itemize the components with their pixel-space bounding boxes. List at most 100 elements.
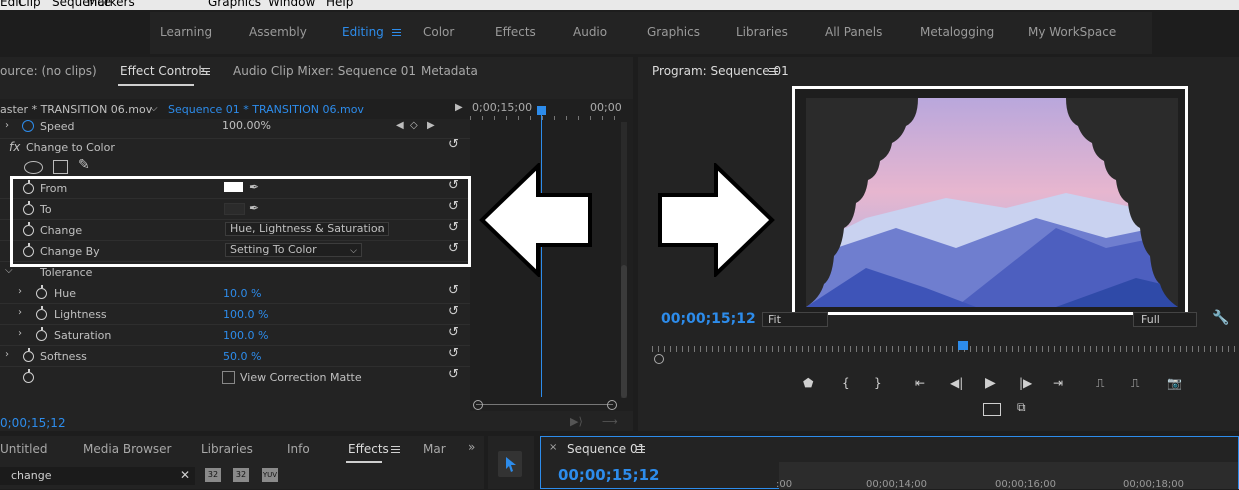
effects-search-input[interactable]: change ✕ xyxy=(0,467,195,485)
master-clip-label[interactable]: aster * TRANSITION 06.mov xyxy=(0,103,152,116)
workspace-graphics[interactable]: Graphics xyxy=(647,25,700,39)
add-marker-icon[interactable]: ⬟ xyxy=(803,376,813,390)
extract-icon[interactable]: ⎍ xyxy=(1131,376,1139,391)
sequence-clip-label[interactable]: Sequence 01 * TRANSITION 06.mov xyxy=(168,103,364,116)
softness-value[interactable]: 50.0 % xyxy=(223,350,261,363)
next-keyframe-icon[interactable]: ▶ xyxy=(427,120,435,131)
tab-untitled[interactable]: Untitled xyxy=(0,442,47,456)
export-frame-icon[interactable]: ⟶ xyxy=(602,415,618,428)
view-matte-reset-icon[interactable]: ↺ xyxy=(448,367,459,382)
fx-icon[interactable]: fx xyxy=(9,140,20,154)
tab-info[interactable]: Info xyxy=(287,442,310,456)
lift-icon[interactable]: ⎍ xyxy=(1096,376,1104,391)
timeline-timecode[interactable]: 00;00;15;12 xyxy=(558,466,660,484)
workspace-libraries[interactable]: Libraries xyxy=(736,25,788,39)
tab-libraries[interactable]: Libraries xyxy=(201,442,253,456)
zoom-slider[interactable] xyxy=(476,404,613,405)
tab-effects[interactable]: Effects xyxy=(348,442,389,456)
tab-markers[interactable]: Mar xyxy=(423,442,446,456)
saturation-stopwatch-icon[interactable] xyxy=(36,327,47,341)
tab-media-browser[interactable]: Media Browser xyxy=(83,442,171,456)
hue-value[interactable]: 10.0 % xyxy=(223,287,261,300)
effect-controls-timecode[interactable]: 0;00;15;12 xyxy=(0,416,66,430)
saturation-reset-icon[interactable]: ↺ xyxy=(448,325,459,340)
clear-search-icon[interactable]: ✕ xyxy=(180,468,190,482)
effect-reset-icon[interactable]: ↺ xyxy=(448,137,459,152)
tab-source[interactable]: ource: (no clips) xyxy=(0,64,97,78)
export-frame-camera-icon[interactable]: 📷 xyxy=(1167,376,1182,390)
pen-mask-icon[interactable]: ✎ xyxy=(78,157,90,173)
lightness-value[interactable]: 100.0 % xyxy=(223,308,268,321)
prev-keyframe-icon[interactable]: ◀ xyxy=(396,120,404,131)
fit-dropdown[interactable]: Fit xyxy=(762,312,828,327)
menu-help[interactable]: Help xyxy=(326,0,353,9)
go-to-in-icon[interactable]: ⇤ xyxy=(915,376,925,390)
play-icon[interactable]: ▶ xyxy=(985,375,996,391)
effect-controls-menu-icon[interactable] xyxy=(201,68,210,77)
speed-value[interactable]: 100.00% xyxy=(222,119,271,132)
chevron-down-icon[interactable]: ⌵ xyxy=(150,103,158,114)
expand-lightness-icon[interactable]: › xyxy=(18,307,22,318)
workspace-menu-icon[interactable] xyxy=(392,29,401,38)
workspace-metalogging[interactable]: Metalogging xyxy=(920,25,994,39)
menu-clip[interactable]: Clip xyxy=(18,0,41,9)
ellipse-mask-icon[interactable] xyxy=(24,161,43,174)
mark-in-icon[interactable]: { xyxy=(842,376,850,390)
menu-window[interactable]: Window xyxy=(268,0,315,9)
program-timecode[interactable]: 00;00;15;12 xyxy=(661,311,756,327)
accelerated-effects-icon[interactable]: 32 xyxy=(205,468,221,482)
workspace-assembly[interactable]: Assembly xyxy=(249,25,307,39)
tab-audio-clip-mixer[interactable]: Audio Clip Mixer: Sequence 01 xyxy=(233,64,416,78)
zoom-slider-handle-left[interactable] xyxy=(473,400,483,410)
tab-metadata[interactable]: Metadata xyxy=(421,64,478,78)
softness-stopwatch-icon[interactable] xyxy=(23,348,34,362)
saturation-value[interactable]: 100.0 % xyxy=(223,329,268,342)
zoom-slider-handle-right[interactable] xyxy=(607,400,617,410)
program-zoom-handle[interactable] xyxy=(654,354,664,364)
selection-tool-button[interactable] xyxy=(498,451,522,477)
expand-speed-icon[interactable]: › xyxy=(5,120,9,131)
step-back-icon[interactable]: ◀| xyxy=(950,376,963,390)
go-to-out-icon[interactable]: ⇥ xyxy=(1053,376,1063,390)
workspace-effects[interactable]: Effects xyxy=(495,25,536,39)
play-only-icon[interactable]: ▶ xyxy=(455,102,463,113)
lightness-reset-icon[interactable]: ↺ xyxy=(448,304,459,319)
workspace-all-panels[interactable]: All Panels xyxy=(825,25,882,39)
workspace-audio[interactable]: Audio xyxy=(573,25,607,39)
close-sequence-icon[interactable]: × xyxy=(549,442,557,453)
speed-stopwatch-icon[interactable] xyxy=(22,120,34,132)
bit-depth-icon[interactable]: 32 xyxy=(233,468,249,482)
expand-saturation-icon[interactable]: › xyxy=(18,328,22,339)
mark-out-icon[interactable]: } xyxy=(874,376,882,390)
timeline-sequence-title[interactable]: Sequence 01 xyxy=(567,442,645,456)
collapse-tolerance-icon[interactable]: ⌵ xyxy=(5,265,13,276)
hue-stopwatch-icon[interactable] xyxy=(36,285,47,299)
softness-reset-icon[interactable]: ↺ xyxy=(448,346,459,361)
tab-effect-controls[interactable]: Effect Controls xyxy=(120,64,208,78)
add-keyframe-icon[interactable]: ◇ xyxy=(410,120,418,131)
rectangle-mask-icon[interactable] xyxy=(53,160,68,174)
menu-graphics[interactable]: Graphics xyxy=(208,0,261,9)
scrollbar-thumb[interactable] xyxy=(621,265,627,398)
workspace-color[interactable]: Color xyxy=(423,25,454,39)
hue-reset-icon[interactable]: ↺ xyxy=(448,283,459,298)
expand-hue-icon[interactable]: › xyxy=(18,286,22,297)
menu-markers[interactable]: Markers xyxy=(87,0,135,9)
more-tabs-icon[interactable]: » xyxy=(468,440,475,454)
export-audio-icon[interactable]: ▶⟩ xyxy=(570,415,583,428)
program-menu-icon[interactable] xyxy=(769,68,778,77)
workspace-editing[interactable]: Editing xyxy=(342,25,384,39)
timeline-menu-icon[interactable] xyxy=(636,446,645,455)
quality-dropdown[interactable]: Full xyxy=(1133,312,1197,327)
wrench-icon[interactable]: 🔧 xyxy=(1212,310,1229,326)
step-forward-icon[interactable]: |▶ xyxy=(1019,376,1032,390)
program-playhead[interactable] xyxy=(958,341,969,350)
comparison-view-icon[interactable]: ⧉ xyxy=(1017,400,1026,415)
playhead-handle[interactable] xyxy=(537,106,546,115)
effects-menu-icon[interactable] xyxy=(391,446,400,455)
program-ruler[interactable] xyxy=(652,346,1239,352)
safe-margins-icon[interactable] xyxy=(983,403,1001,416)
workspace-my-workspace[interactable]: My WorkSpace xyxy=(1028,25,1116,39)
view-matte-checkbox[interactable] xyxy=(222,371,235,384)
yuv-icon[interactable]: YUV xyxy=(262,468,278,482)
